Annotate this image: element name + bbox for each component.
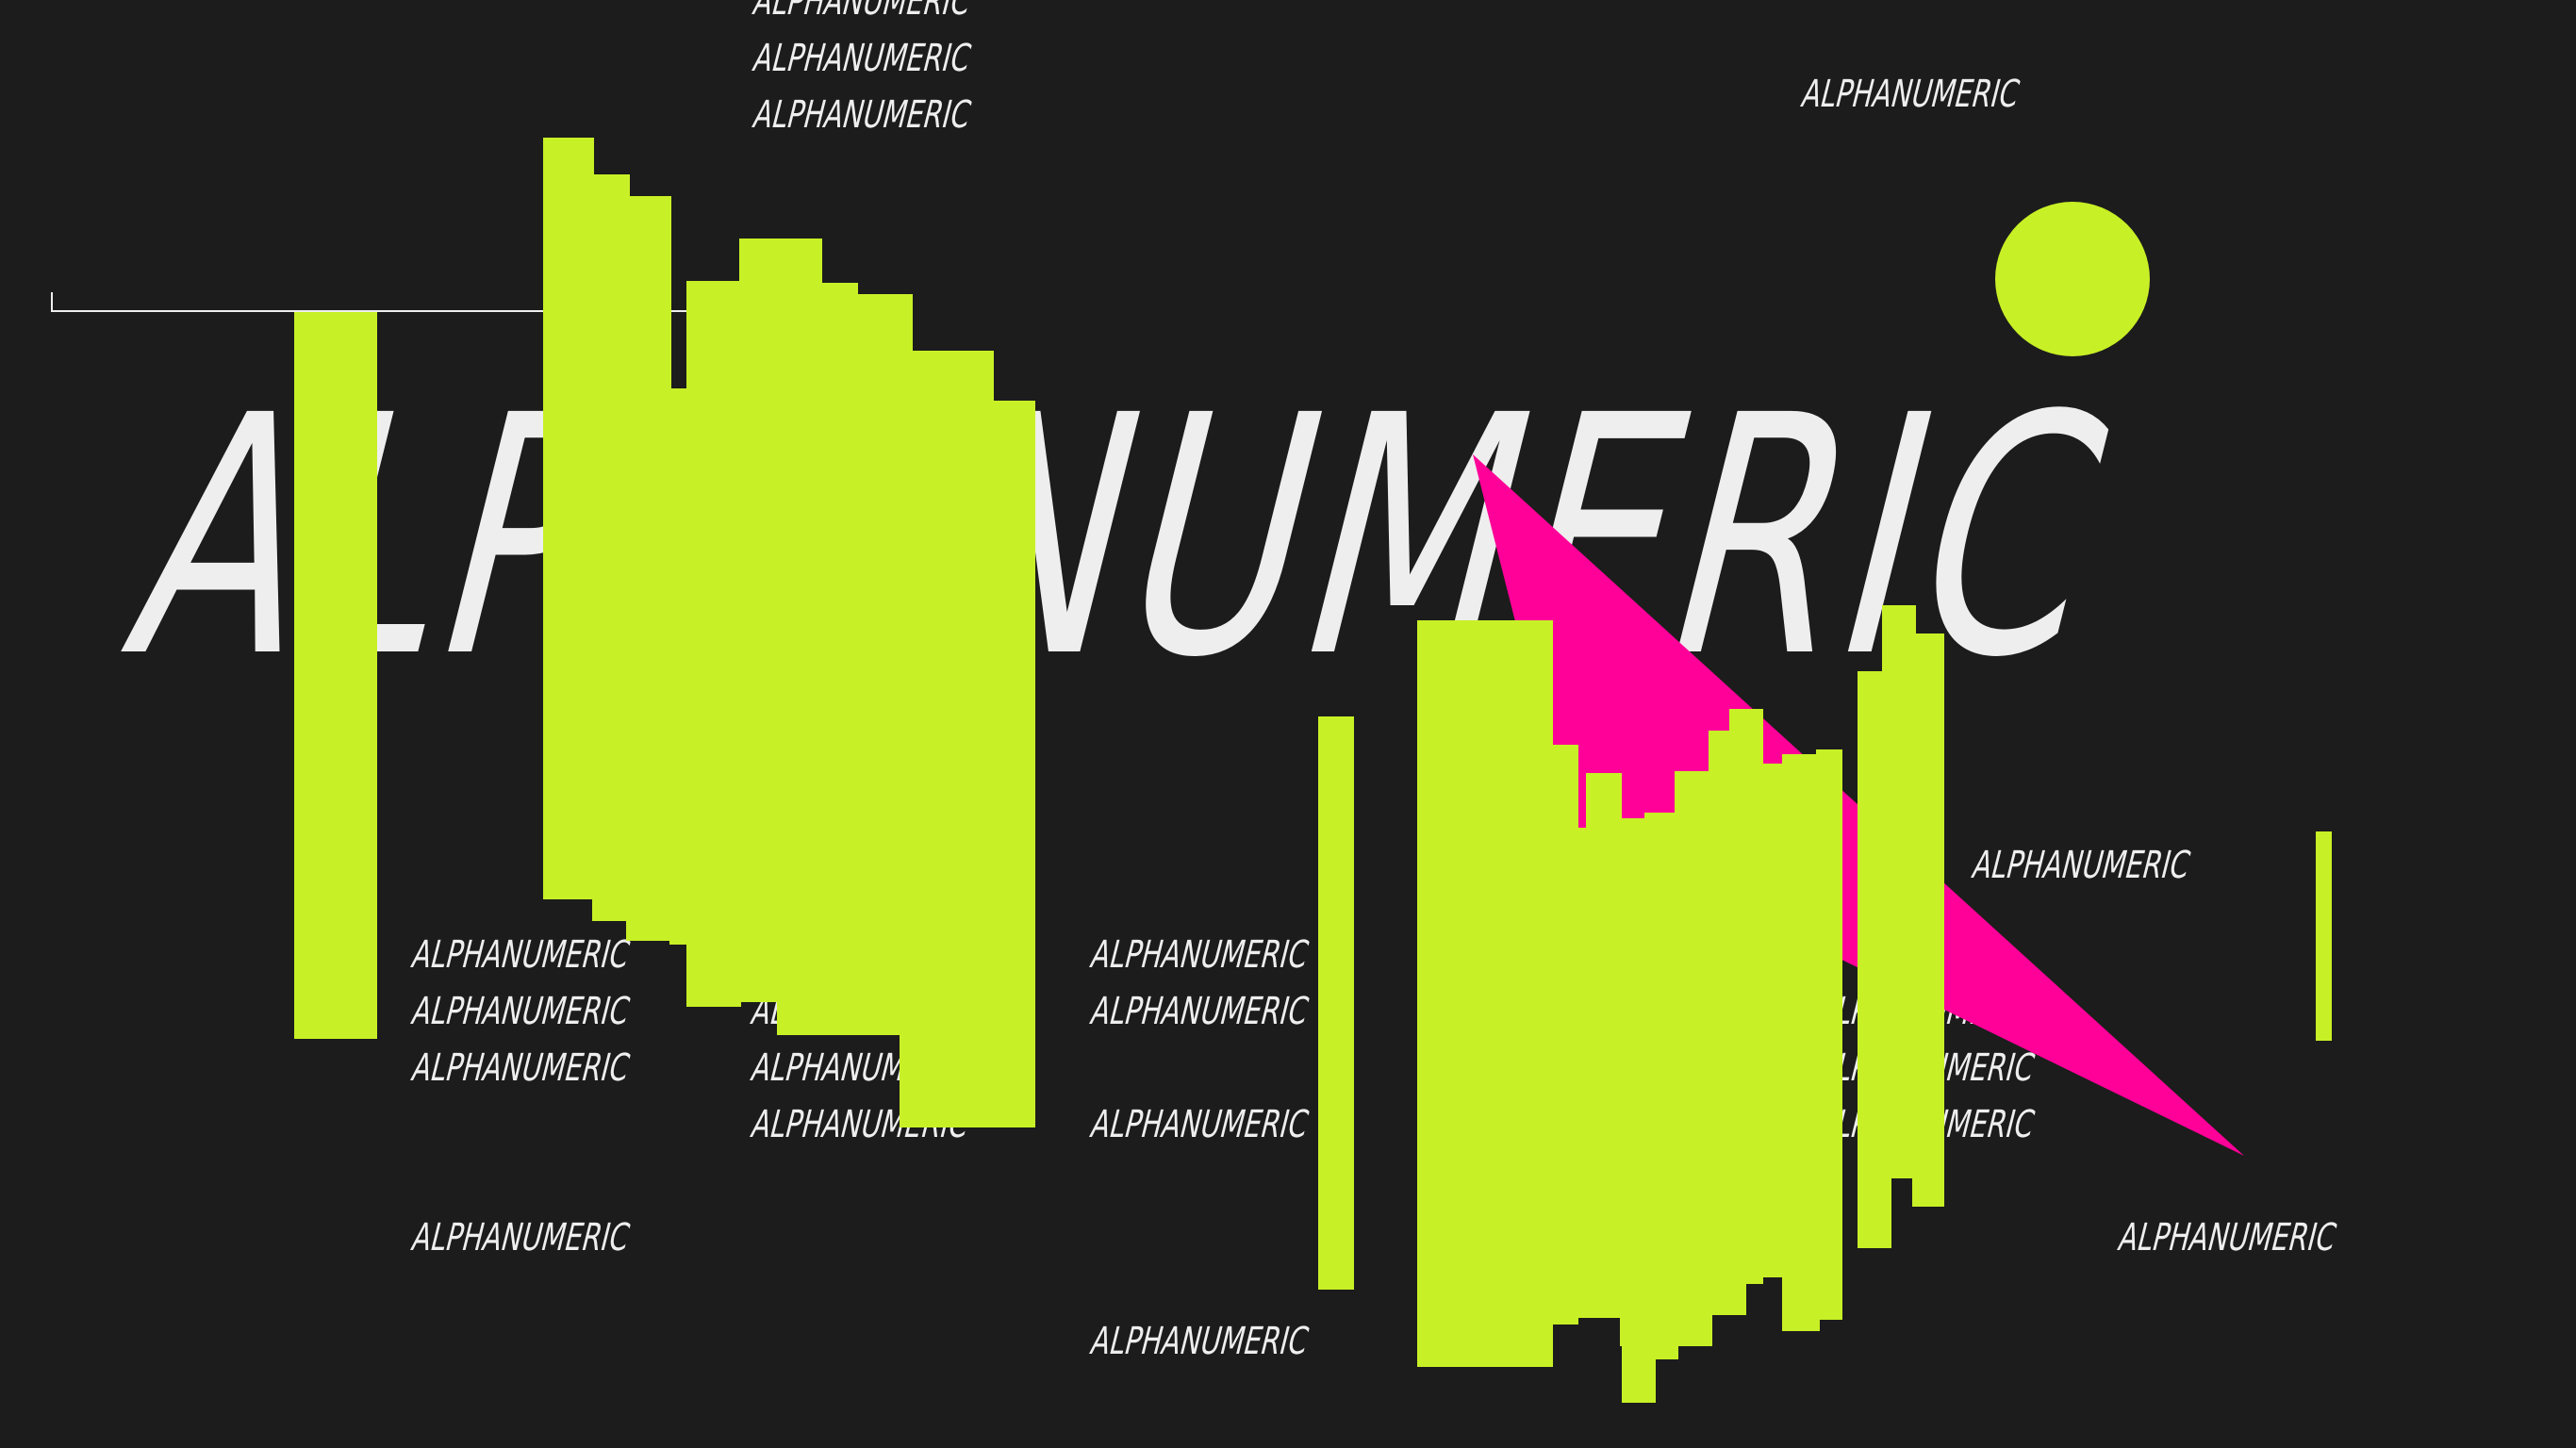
lime-bar (1318, 716, 1354, 1290)
graphic-overlay (294, 138, 2332, 1403)
poster-canvas: ALPHANUMERIC ALPHANUMERIC ALPHANUMERIC A… (0, 0, 2576, 1448)
lime-bar (294, 312, 377, 1039)
lime-glitch-cluster-left (543, 138, 1035, 1127)
lime-circle (1995, 202, 2150, 356)
lime-bar (2316, 831, 2332, 1041)
